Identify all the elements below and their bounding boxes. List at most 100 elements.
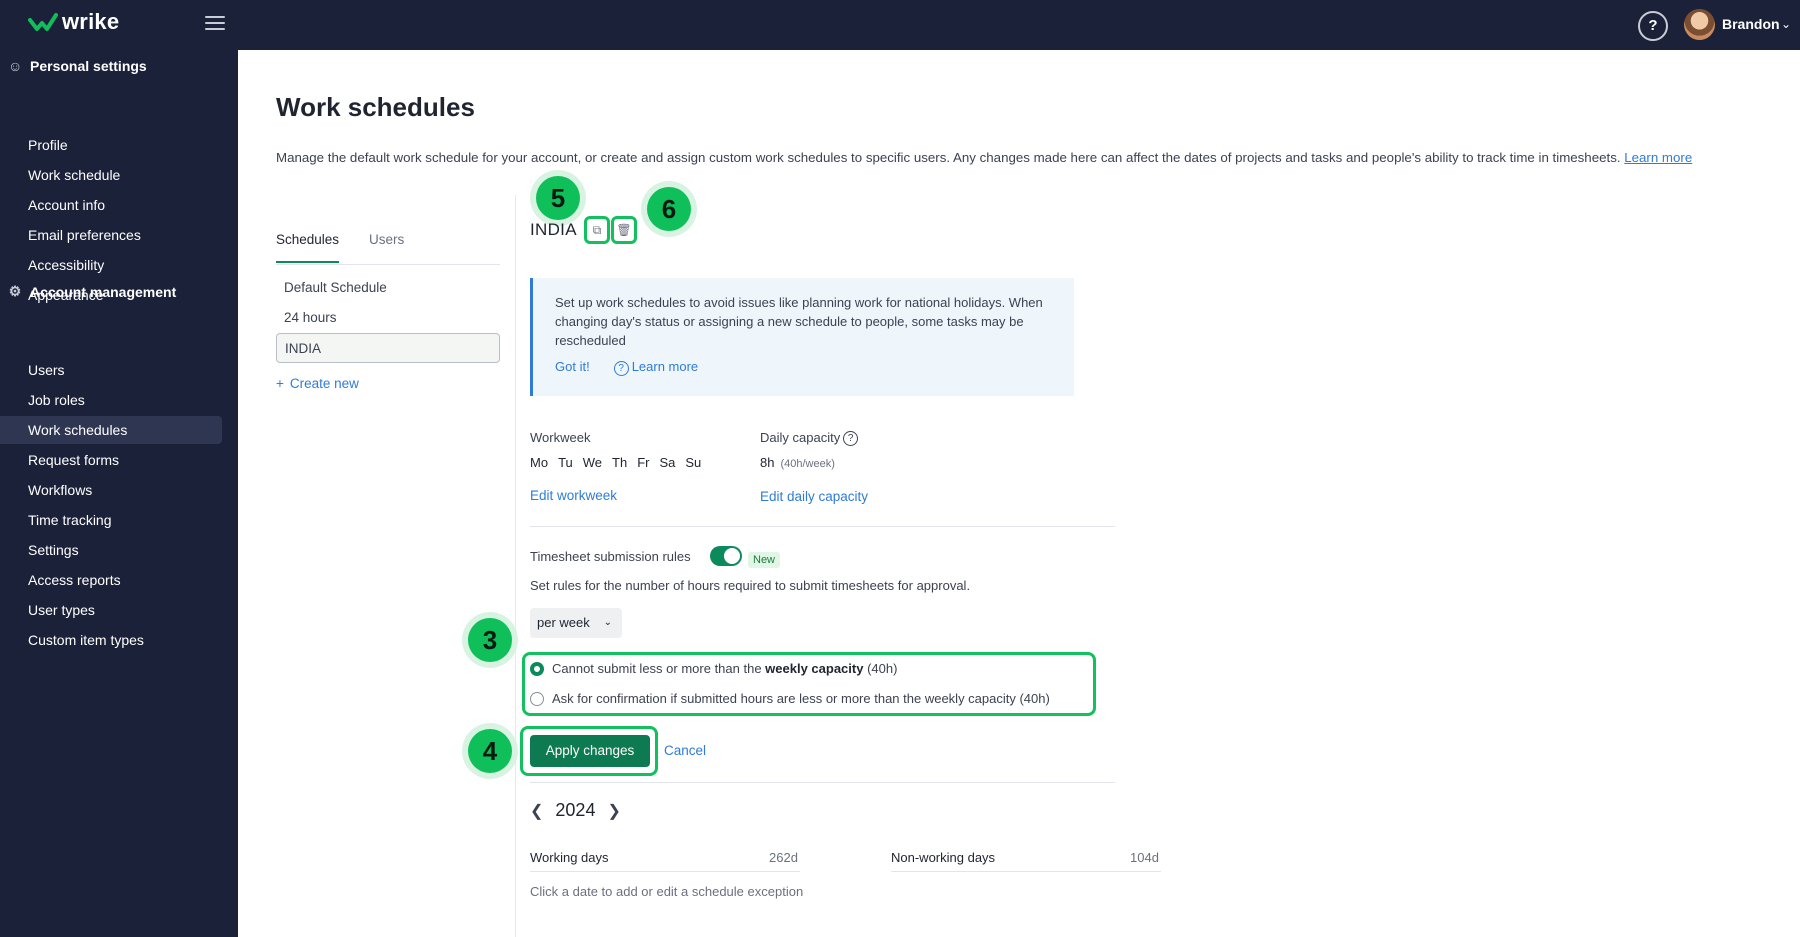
schedule-name: INDIA [530,220,577,239]
callout-badge-4: 4 [462,723,518,779]
section-label: Account management [30,283,177,300]
rule-option-label: Ask for confirmation if submitted hours … [552,691,1050,706]
new-badge: New [748,552,781,568]
schedule-item-default[interactable]: Default Schedule [276,273,500,303]
help-circle-icon: ? [613,361,629,376]
person-icon: ☺ [8,58,23,74]
help-circle-icon[interactable]: ? [843,431,859,446]
section-divider [530,782,1115,783]
wrike-check-icon [28,13,58,31]
schedule-tabs: Schedules Users [276,232,404,263]
account-management-header: ⚙ Account management [8,283,177,300]
sidebar-item-job-roles[interactable]: Job roles [0,386,224,414]
info-learn-more-link[interactable]: ? Learn more [613,357,698,376]
sidebar-item-user-types[interactable]: User types [0,596,224,624]
callout-badge-6: 6 [641,181,697,237]
working-days-label: Working days [530,850,609,865]
edit-workweek-link[interactable]: Edit workweek [530,488,617,503]
sidebar-item-work-schedules[interactable]: Work schedules [0,416,222,444]
rule-option-confirm[interactable]: Ask for confirmation if submitted hours … [530,691,1050,706]
plus-icon: + [276,376,284,391]
stat-underline [530,871,800,872]
year-navigator: ❮ 2024 ❯ [530,800,621,821]
day-fr: Fr [637,455,650,470]
sidebar-item-workflows[interactable]: Workflows [0,476,224,504]
day-su: Su [685,455,702,470]
description-text: Manage the default work schedule for you… [276,150,1621,165]
chevron-down-icon: ⌄ [603,617,612,628]
timesheet-rules-description: Set rules for the number of hours requir… [530,578,971,593]
page-title: Work schedules [276,92,475,122]
chevron-right-icon[interactable]: ❯ [607,801,620,821]
daily-capacity-label: Daily capacity? [760,430,859,446]
callout-badge-5: 5 [530,170,586,226]
schedule-item-24-hours[interactable]: 24 hours [276,303,500,333]
main-content [238,50,1800,937]
calendar-hint: Click a date to add or edit a schedule e… [530,884,804,899]
user-name[interactable]: Brandon [1722,16,1780,32]
callout-badge-3: 3 [462,612,518,668]
workweek-days: Mo Tu We Th Fr Sa Su [530,455,701,470]
section-label: Personal settings [30,58,147,74]
menu-icon[interactable] [205,16,225,32]
sidebar-item-custom-item-types[interactable]: Custom item types [0,626,224,654]
tab-schedules[interactable]: Schedules [276,232,340,263]
working-days-value: 262d [769,850,798,865]
sidebar-item-account-info[interactable]: Account info [0,191,224,219]
workweek-label: Workweek [530,430,591,445]
info-banner: Set up work schedules to avoid issues li… [530,278,1074,396]
sidebar-item-time-tracking[interactable]: Time tracking [0,506,224,534]
sidebar-item-access-reports[interactable]: Access reports [0,566,224,594]
got-it-link[interactable]: Got it! [555,357,590,376]
day-th: Th [612,455,628,470]
info-text: Set up work schedules to avoid issues li… [555,295,1043,348]
day-mo: Mo [530,455,549,470]
rule-option-strict[interactable]: Cannot submit less or more than the week… [530,661,897,676]
delete-icon[interactable]: 🗑 [611,216,637,244]
logo-text: wrike [62,9,120,34]
sidebar-item-profile[interactable]: Profile [0,131,224,159]
rule-option-label: Cannot submit less or more than the week… [552,661,898,676]
weekly-capacity: (40h/week) [780,458,835,470]
wrike-logo[interactable]: wrike [28,9,119,35]
gear-icon: ⚙ [8,283,22,299]
chevron-left-icon[interactable]: ❮ [530,801,543,821]
page-description: Manage the default work schedule for you… [276,150,1692,165]
help-icon[interactable]: ? [1638,11,1668,41]
tab-users[interactable]: Users [369,232,404,263]
chevron-down-icon[interactable]: ⌄ [1781,17,1791,31]
day-sa: Sa [659,455,676,470]
stat-underline [891,871,1161,872]
duplicate-icon[interactable]: ⧉ [584,216,610,244]
year-label: 2024 [555,800,596,820]
apply-changes-button[interactable]: Apply changes [530,735,650,767]
avatar[interactable] [1684,9,1715,40]
section-divider [530,526,1115,527]
sidebar: ☺ Personal settings Profile Work schedul… [0,50,238,937]
sidebar-item-work-schedule[interactable]: Work schedule [0,161,224,189]
sidebar-item-settings[interactable]: Settings [0,536,224,564]
sidebar-item-accessibility[interactable]: Accessibility [0,251,224,279]
tabs-divider [276,264,500,265]
timesheet-rules-toggle[interactable] [710,546,742,566]
nonworking-days-value: 104d [1130,850,1159,865]
radio-selected[interactable] [530,661,544,676]
daily-capacity-value: 8h (40h/week) [760,455,835,470]
sidebar-item-email-preferences[interactable]: Email preferences [0,221,224,249]
top-bar: wrike ? Brandon ⌄ [0,0,1800,50]
sidebar-item-users[interactable]: Users [0,356,224,384]
personal-settings-header: ☺ Personal settings [8,58,147,74]
create-new-link[interactable]: + Create new [276,376,359,391]
cancel-link[interactable]: Cancel [664,743,706,758]
nonworking-days-label: Non-working days [891,850,996,865]
radio-unselected[interactable] [530,691,544,706]
sidebar-item-request-forms[interactable]: Request forms [0,446,224,474]
day-tu: Tu [558,455,573,470]
day-we: We [582,455,603,470]
edit-daily-capacity-link[interactable]: Edit daily capacity [760,489,868,504]
learn-more-link[interactable]: Learn more [1624,150,1692,165]
schedule-item-india[interactable]: INDIA [276,333,500,363]
create-new-label: Create new [289,376,359,391]
period-select[interactable]: per week ⌄ [530,608,622,638]
timesheet-rules-label: Timesheet submission rules [530,549,691,564]
